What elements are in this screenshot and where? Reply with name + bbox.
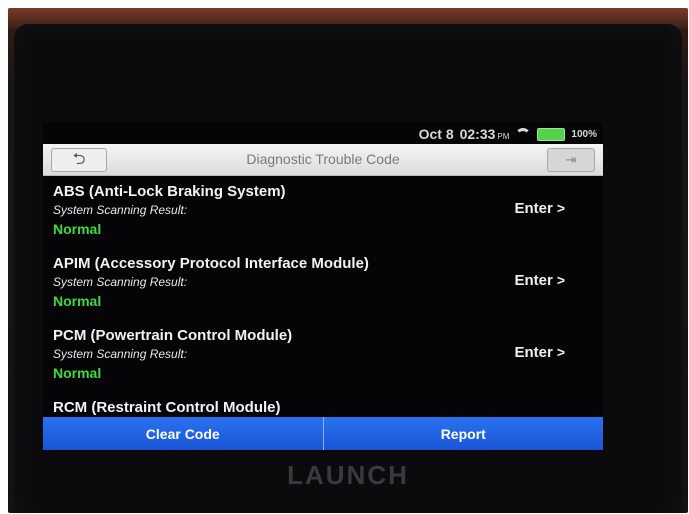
enter-button[interactable]: Enter > bbox=[514, 272, 565, 289]
list-item: ABS (Anti-Lock Braking System) System Sc… bbox=[43, 177, 603, 249]
scan-result-label: System Scanning Result: bbox=[53, 203, 188, 217]
enter-label: Enter bbox=[514, 344, 553, 361]
exit-icon: ⇥ bbox=[565, 152, 577, 167]
clear-code-button[interactable]: Clear Code bbox=[43, 417, 323, 450]
status-time-ampm: PM bbox=[497, 132, 510, 141]
module-name: ABS (Anti-Lock Braking System) bbox=[53, 183, 286, 200]
enter-button[interactable]: Enter > bbox=[514, 344, 565, 361]
list-item: PCM (Powertrain Control Module) System S… bbox=[43, 321, 603, 393]
scan-result-value: Normal bbox=[53, 365, 102, 381]
enter-label: Enter bbox=[514, 272, 553, 289]
module-name: RCM (Restraint Control Module) bbox=[53, 399, 281, 416]
scan-result-value: Normal bbox=[53, 221, 102, 237]
report-button[interactable]: Report bbox=[322, 417, 603, 450]
scan-result-value: Normal bbox=[53, 293, 102, 309]
status-bar: Oct 8 02:33 PM 100% bbox=[43, 122, 603, 144]
photo-frame: Oct 8 02:33 PM 100% ⮌ Diagnostic Trouble … bbox=[8, 8, 688, 513]
scan-result-label: System Scanning Result: bbox=[53, 347, 188, 361]
scan-result-label: System Scanning Result: bbox=[53, 275, 188, 289]
enter-label: Enter bbox=[514, 200, 553, 217]
chevron-right-icon: > bbox=[556, 272, 565, 288]
battery-icon bbox=[537, 127, 566, 141]
action-bar: Clear Code Report bbox=[43, 417, 603, 450]
status-time-value: 02:33 bbox=[459, 126, 496, 142]
chevron-right-icon: > bbox=[556, 200, 565, 216]
enter-button[interactable]: Enter > bbox=[514, 200, 565, 217]
status-time: 02:33 PM bbox=[460, 126, 510, 142]
page-title: Diagnostic Trouble Code bbox=[246, 151, 400, 167]
chevron-right-icon: > bbox=[556, 344, 565, 360]
module-list: ABS (Anti-Lock Braking System) System Sc… bbox=[43, 177, 603, 423]
status-date: Oct 8 bbox=[418, 126, 454, 142]
module-name: PCM (Powertrain Control Module) bbox=[53, 327, 293, 344]
list-item: APIM (Accessory Protocol Interface Modul… bbox=[43, 249, 603, 321]
status-indicators: Oct 8 02:33 PM 100% bbox=[419, 126, 597, 142]
module-name: APIM (Accessory Protocol Interface Modul… bbox=[53, 255, 369, 272]
battery-percent: 100% bbox=[571, 128, 597, 140]
wifi-icon bbox=[515, 128, 532, 140]
device-screen: Oct 8 02:33 PM 100% ⮌ Diagnostic Trouble … bbox=[43, 122, 603, 452]
exit-button[interactable]: ⇥ bbox=[547, 148, 595, 172]
brand-logo: LAUNCH bbox=[287, 460, 409, 490]
title-bar: ⮌ Diagnostic Trouble Code ⇥ bbox=[43, 144, 603, 176]
